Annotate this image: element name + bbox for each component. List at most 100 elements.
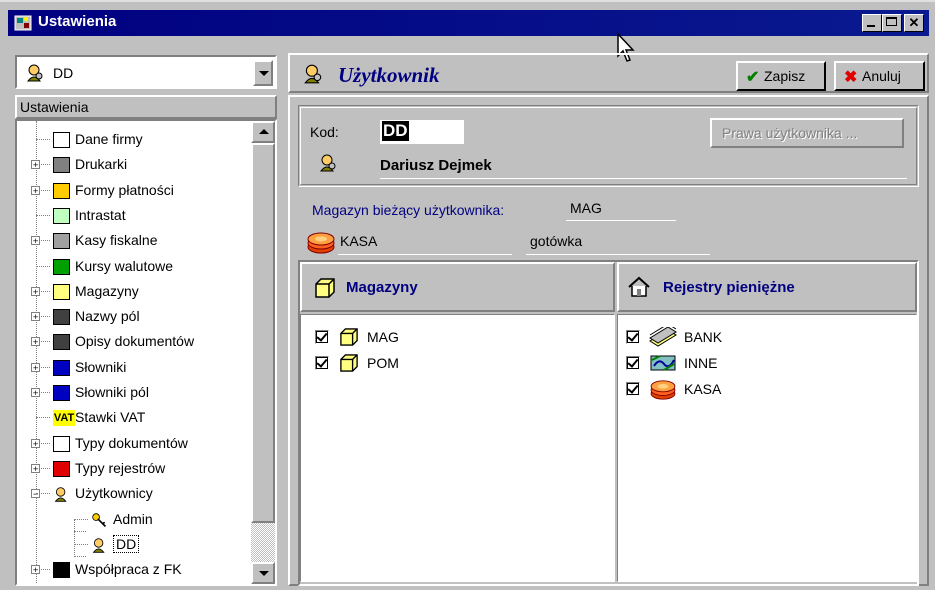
scroll-down-button[interactable] xyxy=(251,562,275,584)
arrow-down-icon xyxy=(259,571,269,576)
maximize-icon xyxy=(886,17,897,26)
list-item-label: MAG xyxy=(367,329,399,345)
cross-icon: ✖ xyxy=(844,69,858,86)
tree-item[interactable]: + Typy dokumentów xyxy=(17,432,257,457)
warehouse-value[interactable]: MAG xyxy=(570,200,602,216)
combo-dropdown-button[interactable] xyxy=(253,60,273,86)
tree-item[interactable]: + Magazyny xyxy=(17,280,257,305)
tree-item[interactable]: − Użytkownicy xyxy=(17,482,257,507)
close-button[interactable]: ✕ xyxy=(904,14,924,32)
checkbox[interactable] xyxy=(315,330,329,344)
tree-item[interactable]: + Drukarki xyxy=(17,153,257,178)
warehouses-header-label: Magazyny xyxy=(346,279,418,296)
list-item-label: BANK xyxy=(684,329,723,345)
cash-register-icon xyxy=(650,380,676,400)
tree-item[interactable]: Intrastat xyxy=(17,204,257,229)
pencil-icon xyxy=(53,207,70,224)
list-item-label: INNE xyxy=(684,355,718,371)
field-icon xyxy=(53,309,70,326)
cancel-button[interactable]: ✖ Anuluj xyxy=(834,61,925,91)
tree-item[interactable]: + Opisy dokumentów xyxy=(17,330,257,355)
warehouse-label: Magazyn bieżący użytkownika: xyxy=(312,202,505,218)
registers-list[interactable]: BANK INNE KASA xyxy=(617,314,917,582)
warehouses-header[interactable]: Magazyny xyxy=(300,262,615,312)
registers-header-label: Rejestry pieniężne xyxy=(663,279,795,296)
kod-label: Kod: xyxy=(310,124,339,140)
dictionary-icon xyxy=(53,385,70,401)
checkmark-icon: ✔ xyxy=(746,69,760,86)
tree-item[interactable]: VAT Stawki VAT xyxy=(17,406,257,431)
tree-item-label: Opisy dokumentów xyxy=(75,333,195,350)
checkbox[interactable] xyxy=(315,356,329,370)
title-bar[interactable]: Ustawienia ✕ xyxy=(8,10,929,36)
list-item[interactable]: INNE xyxy=(626,353,826,373)
tree-item[interactable]: Dane firmy xyxy=(17,128,257,153)
tree-item[interactable]: + Współpraca z FK xyxy=(17,558,257,583)
tree-item-label: Intrastat xyxy=(75,206,126,223)
tree-item[interactable]: Kursy walutowe xyxy=(17,255,257,280)
tree-item[interactable]: DD xyxy=(17,533,257,558)
handshake-icon xyxy=(53,562,70,579)
checkbox[interactable] xyxy=(626,382,640,396)
user-rights-button[interactable]: Prawa użytkownika ... xyxy=(710,118,904,148)
tree-item[interactable]: + Formy płatności xyxy=(17,179,257,204)
tree-item[interactable]: Admin xyxy=(17,508,257,533)
list-item[interactable]: BANK xyxy=(626,327,826,347)
user-icon xyxy=(91,537,108,553)
tree-item[interactable]: + Typy rejestrów xyxy=(17,457,257,482)
page-title: Użytkownik xyxy=(338,63,440,87)
user-icon xyxy=(304,64,322,84)
list-item[interactable]: KASA xyxy=(626,379,826,400)
app-icon xyxy=(14,15,32,31)
cash-register-value[interactable]: KASA xyxy=(340,233,377,249)
user-icon xyxy=(319,154,336,172)
tree-item-label: Kursy walutowe xyxy=(75,257,174,274)
minimize-button[interactable] xyxy=(862,14,882,32)
payment-icon xyxy=(53,182,70,199)
list-item[interactable]: MAG xyxy=(315,327,515,347)
registers-header[interactable]: Rejestry pieniężne xyxy=(617,262,917,312)
warehouses-list[interactable]: MAG POM xyxy=(300,314,615,582)
tree-item[interactable]: + Nazwy pól xyxy=(17,305,257,330)
arrow-up-icon xyxy=(259,129,269,134)
user-group: Kod: DD Prawa użytkownika ... Dariusz De… xyxy=(298,105,919,187)
home-icon xyxy=(628,276,650,297)
settings-window: Ustawienia ✕ DD Ustawienia Dane firmy + Dr… xyxy=(0,0,935,590)
users-icon xyxy=(53,486,70,502)
list-item[interactable]: POM xyxy=(315,353,515,373)
checkbox[interactable] xyxy=(626,330,640,344)
tree-item-label: Słowniki xyxy=(75,358,127,375)
user-full-name: Dariusz Dejmek xyxy=(380,157,492,174)
tree-item-label: Magazyny xyxy=(75,282,139,299)
money-icon xyxy=(650,355,676,371)
tree-item[interactable]: + Kasy fiskalne xyxy=(17,229,257,254)
scroll-up-button[interactable] xyxy=(251,121,275,143)
dictionary-icon xyxy=(53,359,70,376)
settings-tree[interactable]: Dane firmy + Drukarki + Formy płatności Intra… xyxy=(15,119,277,586)
tree-item[interactable]: + Słowniki pól xyxy=(17,381,257,406)
grid-icon xyxy=(53,258,70,275)
tree-header-label: Ustawienia xyxy=(20,99,89,115)
checkbox[interactable] xyxy=(626,356,640,370)
save-button[interactable]: ✔ Zapisz xyxy=(736,61,826,91)
tree-item-label: Słowniki pól xyxy=(75,384,149,400)
printer-icon xyxy=(53,157,70,174)
user-combo[interactable]: DD xyxy=(15,55,277,89)
scroll-thumb[interactable] xyxy=(251,143,275,523)
bank-icon xyxy=(649,327,677,347)
box-icon xyxy=(315,278,335,298)
tree-item-label: Typy rejestrów xyxy=(75,459,166,476)
tree-scrollbar[interactable] xyxy=(251,121,275,584)
lists-area: Magazyny Rejestry pieniężne MAG POM BANK… xyxy=(298,260,919,586)
cash-register-icon xyxy=(307,232,335,254)
tree-item[interactable]: + Słowniki xyxy=(17,356,257,381)
box-icon xyxy=(340,354,358,372)
kod-input[interactable]: DD xyxy=(380,120,464,145)
maximize-button[interactable] xyxy=(882,14,902,32)
minimize-icon xyxy=(867,25,875,27)
payment-form-value[interactable]: gotówka xyxy=(530,233,582,249)
documents-icon xyxy=(53,435,70,452)
tree-item-label: Dane firmy xyxy=(75,131,143,147)
tree-item-label: Stawki VAT xyxy=(75,409,146,426)
kod-value: DD xyxy=(382,121,409,141)
